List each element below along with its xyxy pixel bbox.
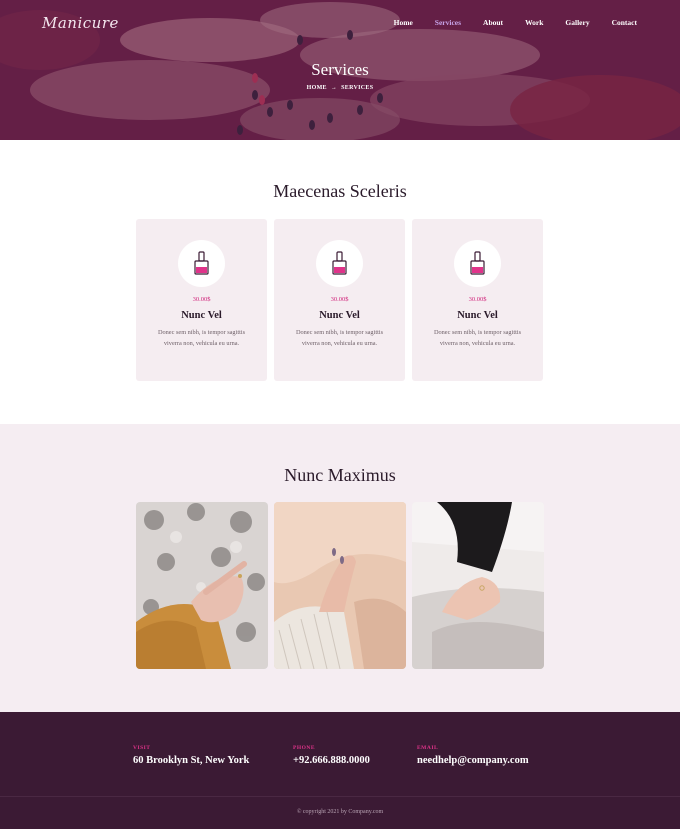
- hand-sweater-photo: [136, 502, 268, 669]
- service-cards: 30.00$ Nunc Vel Donec sem nibh, is tempo…: [136, 219, 543, 381]
- phone-label: PHONE: [293, 745, 316, 751]
- nav-services[interactable]: Services: [435, 18, 461, 27]
- gallery-photo[interactable]: [412, 502, 544, 669]
- phone-number[interactable]: +92.666.888.0000: [293, 755, 370, 766]
- nav-contact[interactable]: Contact: [612, 18, 637, 27]
- footer-phone: PHONE +92.666.888.0000: [293, 745, 370, 766]
- hand-silk-photo: [274, 502, 406, 669]
- service-price: 30.00$: [468, 296, 487, 303]
- nav-about[interactable]: About: [483, 18, 503, 27]
- visit-label: VISIT: [133, 745, 151, 751]
- service-name: Nunc Vel: [319, 310, 360, 321]
- nav-home[interactable]: Home: [394, 18, 413, 27]
- nav-work[interactable]: Work: [525, 18, 543, 27]
- nail-polish-icon: [470, 251, 485, 275]
- hero-banner: Manicure Home Services About Work Galler…: [0, 0, 680, 140]
- breadcrumb-home[interactable]: HOME: [307, 85, 327, 91]
- footer-visit: VISIT 60 Brooklyn St, New York: [133, 745, 249, 766]
- service-price: 30.00$: [192, 296, 211, 303]
- nail-polish-icon: [332, 251, 347, 275]
- site-logo[interactable]: Manicure: [42, 14, 119, 32]
- breadcrumb-current: SERVICES: [341, 85, 374, 91]
- service-description: Donec sem nibh, is tempor sagittis viver…: [295, 329, 384, 347]
- service-description: Donec sem nibh, is tempor sagittis viver…: [433, 329, 522, 347]
- service-price: 30.00$: [330, 296, 349, 303]
- footer-email: EMAIL needhelp@company.com: [417, 745, 529, 766]
- email-address[interactable]: needhelp@company.com: [417, 755, 529, 766]
- service-description: Donec sem nibh, is tempor sagittis viver…: [157, 329, 246, 347]
- service-name: Nunc Vel: [181, 310, 222, 321]
- icon-circle: [454, 240, 501, 287]
- nail-polish-icon: [194, 251, 209, 275]
- services-heading: Maecenas Sceleris: [273, 181, 407, 201]
- gallery-heading: Nunc Maximus: [284, 465, 396, 485]
- page-title: Services: [311, 60, 369, 79]
- service-card[interactable]: 30.00$ Nunc Vel Donec sem nibh, is tempo…: [274, 219, 405, 381]
- service-card[interactable]: 30.00$ Nunc Vel Donec sem nibh, is tempo…: [412, 219, 543, 381]
- site-footer: VISIT 60 Brooklyn St, New York PHONE +92…: [0, 712, 680, 829]
- main-nav: Home Services About Work Gallery Contact: [372, 18, 637, 27]
- breadcrumb: HOME → SERVICES: [0, 85, 680, 91]
- service-name: Nunc Vel: [457, 310, 498, 321]
- email-label: EMAIL: [417, 745, 439, 751]
- hand-ring-photo: [412, 502, 544, 669]
- gallery-grid: [136, 502, 544, 669]
- visit-address: 60 Brooklyn St, New York: [133, 755, 250, 766]
- arrow-right-icon: →: [330, 85, 338, 91]
- icon-circle: [178, 240, 225, 287]
- gallery-photo[interactable]: [274, 502, 406, 669]
- service-card[interactable]: 30.00$ Nunc Vel Donec sem nibh, is tempo…: [136, 219, 267, 381]
- footer-divider: [0, 796, 680, 797]
- gallery-photo[interactable]: [136, 502, 268, 669]
- copyright: © copyright 2021 by Company.com: [296, 809, 384, 815]
- nav-gallery[interactable]: Gallery: [565, 18, 589, 27]
- icon-circle: [316, 240, 363, 287]
